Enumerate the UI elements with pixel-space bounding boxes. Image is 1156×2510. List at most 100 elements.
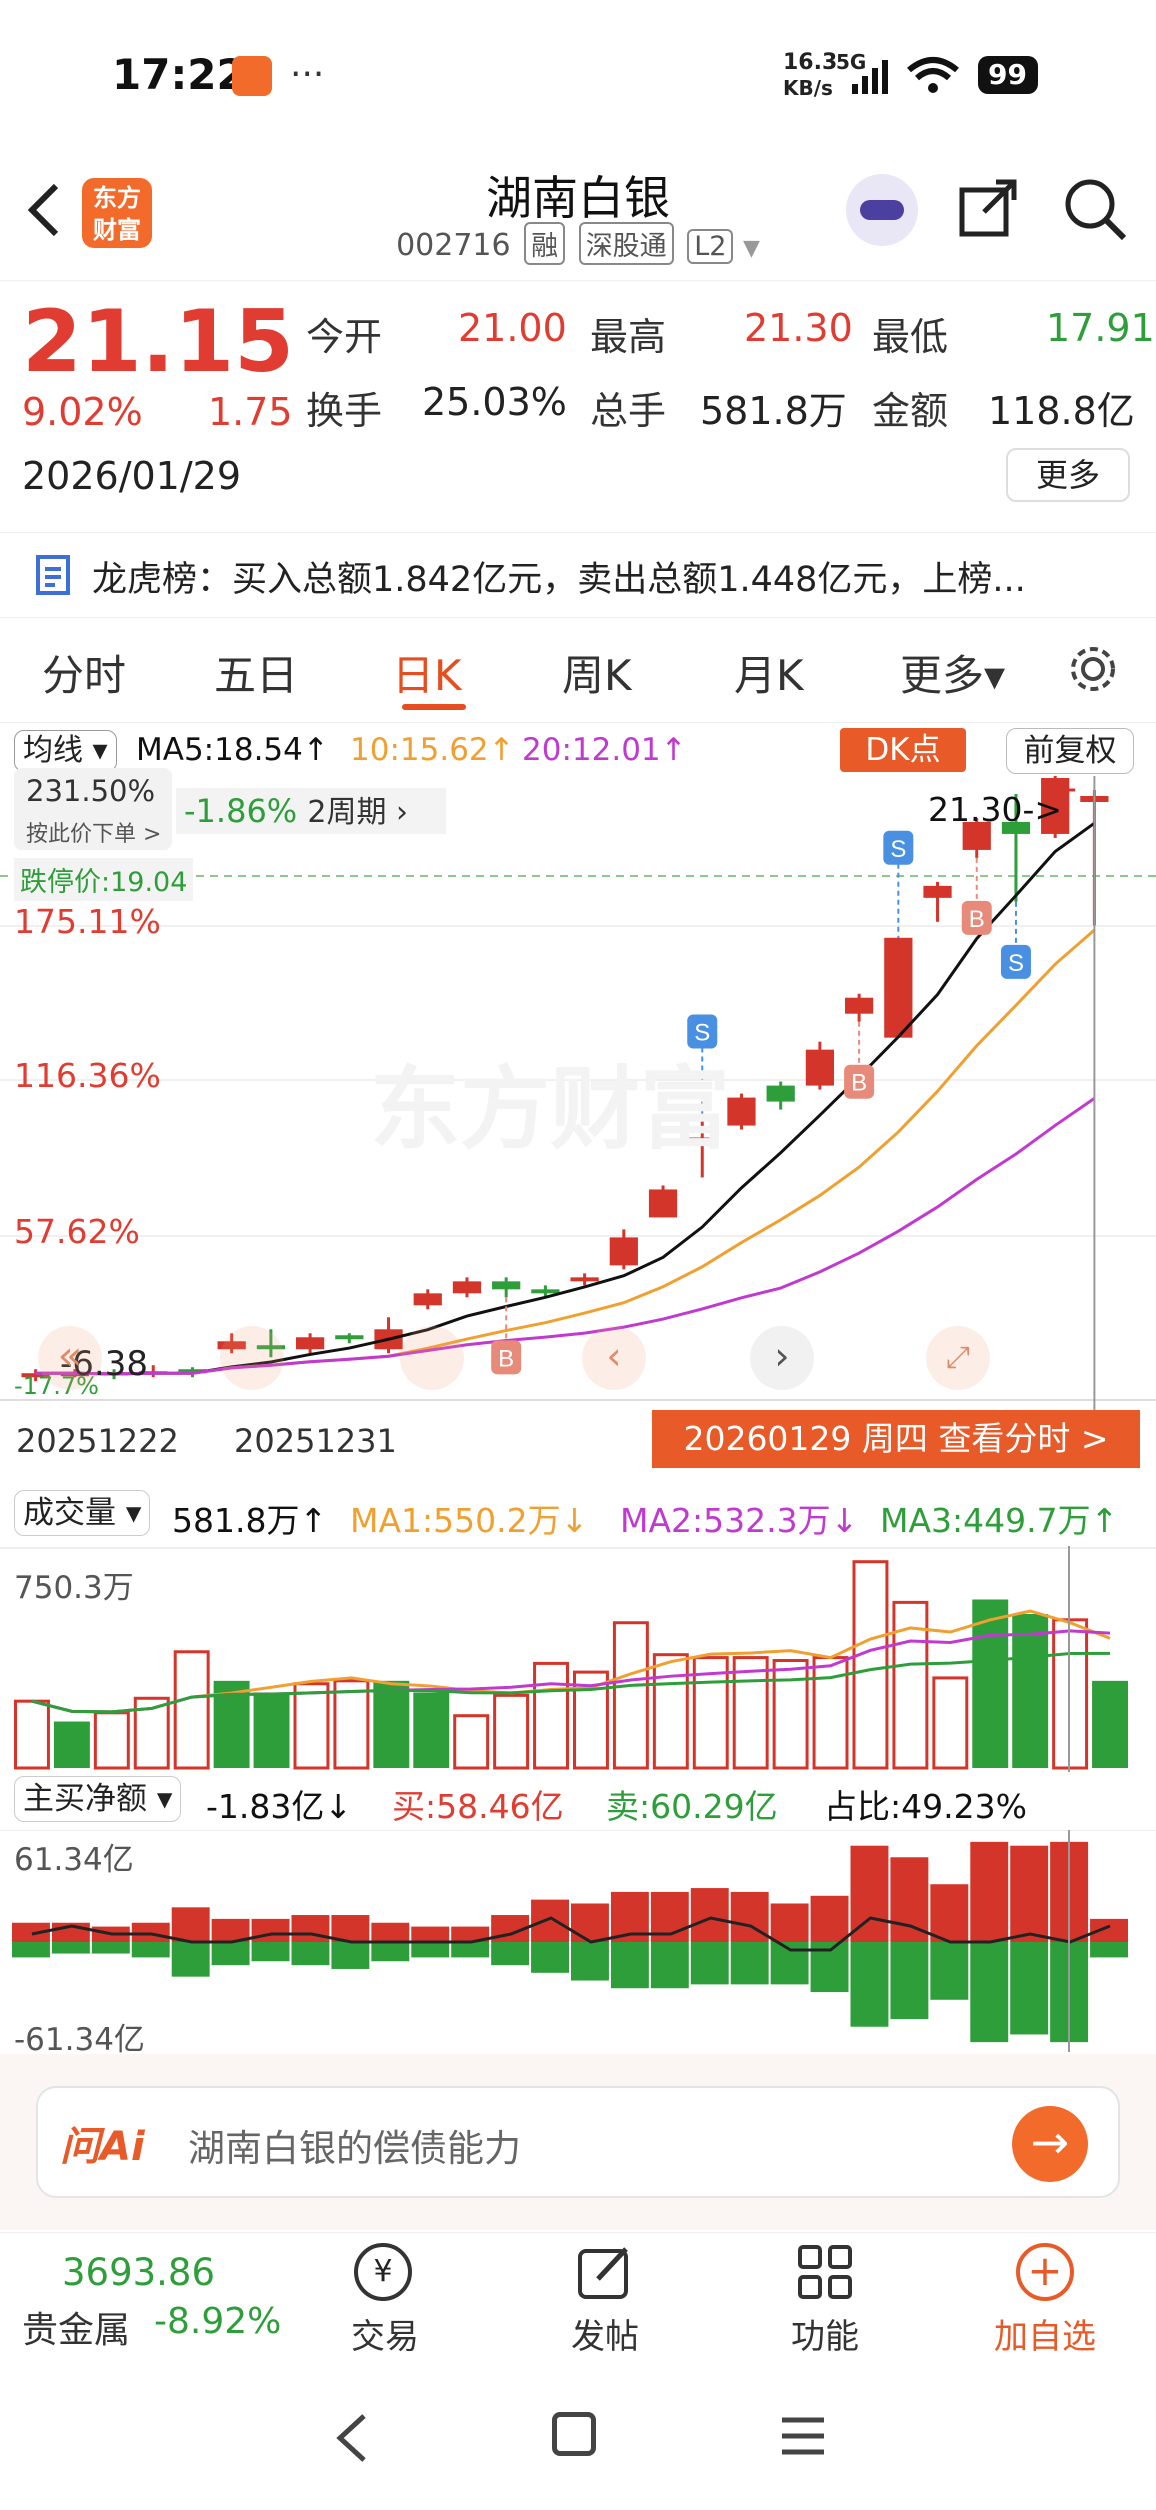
moneyflow-legend: 主买净额 ▾ -1.83亿↓ 买:58.46亿 卖:60.29亿 占比:49.2… <box>0 1776 1156 1826</box>
moneyflow-selector[interactable]: 主买净额 ▾ <box>14 1776 182 1822</box>
moneyflow-canvas[interactable] <box>0 1830 1156 2052</box>
moneyflow-sell-bar <box>930 1942 969 2000</box>
tab-monthly-k[interactable]: 月K <box>734 642 804 703</box>
field-value-low: 17.91 <box>1046 306 1155 350</box>
moneyflow-max-label: 61.34亿 <box>14 1842 134 1878</box>
field-label-amount: 金额 <box>872 389 949 433</box>
moneyflow-sell-bar <box>291 1942 330 1966</box>
tab-weekly-k[interactable]: 周K <box>562 642 632 703</box>
level-57: 57.62% <box>14 1212 140 1251</box>
dk-point-button[interactable]: DK点 <box>840 728 966 772</box>
volume-chart[interactable]: 750.3万 <box>0 1546 1156 1772</box>
adjust-button[interactable]: 前复权 <box>1006 728 1134 774</box>
moneyflow-buy-bar <box>810 1895 849 1942</box>
moneyflow-buy-bar <box>371 1922 410 1942</box>
moneyflow-buy: 买:58.46亿 <box>392 1787 564 1826</box>
fullscreen-icon[interactable]: ⤢ <box>926 1326 990 1390</box>
tab-daily-k[interactable]: 日K <box>392 642 462 703</box>
volume-bar <box>1092 1680 1129 1768</box>
moneyflow-ratio: 占比:49.23% <box>824 1787 1027 1826</box>
ai-input-placeholder: 湖南白银的偿债能力 <box>188 2127 521 2170</box>
tab-five-day[interactable]: 五日 <box>214 642 298 703</box>
tag-margin: 融 <box>524 222 566 265</box>
volume-bar <box>333 1679 370 1770</box>
buy-signal-badge: B <box>969 906 985 933</box>
field-value-open: 21.00 <box>458 306 567 350</box>
volume-bar <box>772 1658 809 1770</box>
app-header: 东方 财富 湖南白银 002716 融 深股通 L2 ▼ <box>0 150 1156 281</box>
volume-max-label: 750.3万 <box>14 1570 134 1606</box>
moneyflow-buy-bar <box>770 1903 809 1942</box>
system-home-icon[interactable] <box>552 2412 596 2456</box>
kline-legend: 均线 ▾ MA5:18.54↑ 10:15.62↑ 20:12.01↑ DK点 … <box>0 726 1156 776</box>
zoom-in-icon[interactable] <box>400 1326 464 1390</box>
period-change-box[interactable]: -1.86% 2周期 › <box>176 788 446 834</box>
ma-mode-selector[interactable]: 均线 ▾ <box>14 730 117 772</box>
moneyflow-sell-bar <box>211 1942 250 1966</box>
volume-ma2: MA2:532.3万↓ <box>620 1501 859 1540</box>
moneyflow-buy-bar <box>171 1907 210 1942</box>
nav-add-watchlist[interactable]: + 加自选 <box>980 2243 1110 2359</box>
plus-circle-icon: + <box>1016 2243 1074 2301</box>
system-back-icon[interactable] <box>330 2408 374 2472</box>
quote-date: 2026/01/29 <box>22 454 242 498</box>
zoom-out-icon[interactable] <box>220 1326 284 1390</box>
more-button[interactable]: 更多 <box>1006 448 1130 502</box>
index-change[interactable]: -8.92% <box>154 2301 281 2342</box>
candle-body <box>884 937 913 1038</box>
moneyflow-chart[interactable]: 61.34亿 -61.34亿 <box>0 1830 1156 2058</box>
moneyflow-title: 主买净额 <box>23 1781 147 1817</box>
scroll-right-icon[interactable]: › <box>750 1326 814 1390</box>
kline-chart[interactable]: SBBSBS 东方财富 231.50% 按此价下单 > -1.86% 2周期 ›… <box>0 768 1156 1410</box>
sell-signal-badge: S <box>1008 950 1024 977</box>
robot-avatar[interactable] <box>846 174 918 246</box>
chevron-down-icon[interactable]: ▼ <box>743 236 760 261</box>
volume-value: 581.8万↑ <box>172 1501 328 1540</box>
nav-trade-label: 交易 <box>351 2317 419 2357</box>
volume-bar <box>612 1621 649 1770</box>
dragon-tiger-bar[interactable]: 龙虎榜：买入总额1.842亿元，卖出总额1.448亿元，上榜... <box>0 532 1156 618</box>
index-name[interactable]: 贵金属 <box>22 2301 130 2353</box>
candle-body <box>766 1085 795 1102</box>
trade-icon: ¥ <box>354 2243 412 2301</box>
volume-legend: 成交量 ▾ 581.8万↑ MA1:550.2万↓ MA2:532.3万↓ MA… <box>0 1490 1156 1540</box>
ai-send-button[interactable]: → <box>1012 2106 1088 2182</box>
high-marker: 21.30-> <box>928 790 1063 829</box>
gear-icon[interactable] <box>1066 642 1120 700</box>
ai-input[interactable]: 问Ai 湖南白银的偿债能力 → <box>36 2086 1120 2198</box>
scroll-left-icon[interactable]: ‹ <box>582 1326 646 1390</box>
tab-more[interactable]: 更多▾ <box>900 642 1005 703</box>
moneyflow-sell-bar <box>610 1942 649 1989</box>
status-time: 17:22 <box>112 50 246 99</box>
nav-function[interactable]: 功能 <box>760 2243 890 2359</box>
scroll-left-fast-icon[interactable]: « <box>38 1326 102 1390</box>
moneyflow-sell-bar <box>650 1942 689 1989</box>
period-change: -1.86% <box>184 792 298 830</box>
top-pct-box[interactable]: 231.50% 按此价下单 > <box>14 768 172 850</box>
moneyflow-sell-bar <box>91 1942 130 1954</box>
volume-canvas[interactable] <box>0 1546 1156 1772</box>
index-value[interactable]: 3693.86 <box>62 2251 215 2294</box>
system-menu-icon[interactable] <box>780 2414 826 2462</box>
nav-trade[interactable]: ¥ 交易 <box>320 2243 450 2359</box>
volume-bar <box>493 1693 530 1770</box>
edit-icon <box>576 2243 634 2305</box>
volume-ma1: MA1:550.2万↓ <box>350 1501 589 1540</box>
volume-selector[interactable]: 成交量 ▾ <box>14 1490 151 1536</box>
view-intraday-pill[interactable]: 20260129 周四 查看分时 > <box>652 1410 1140 1468</box>
volume-bar <box>293 1682 330 1770</box>
search-icon[interactable] <box>1062 176 1128 246</box>
share-icon[interactable] <box>956 176 1020 244</box>
field-label-low: 最低 <box>872 315 949 359</box>
moneyflow-sell-bar <box>970 1942 1009 2043</box>
moneyflow-sell-bar <box>51 1942 90 1954</box>
document-icon <box>34 553 74 601</box>
signal-icon <box>850 58 894 100</box>
limit-down-label: 跌停价:19.04 <box>14 858 194 901</box>
volume-bar <box>413 1692 450 1768</box>
moneyflow-buy-bar <box>411 1926 450 1942</box>
volume-bar <box>93 1711 130 1770</box>
moneyflow-buy-bar <box>930 1884 969 1942</box>
nav-post[interactable]: 发帖 <box>540 2243 670 2359</box>
tab-intraday[interactable]: 分时 <box>42 642 126 703</box>
